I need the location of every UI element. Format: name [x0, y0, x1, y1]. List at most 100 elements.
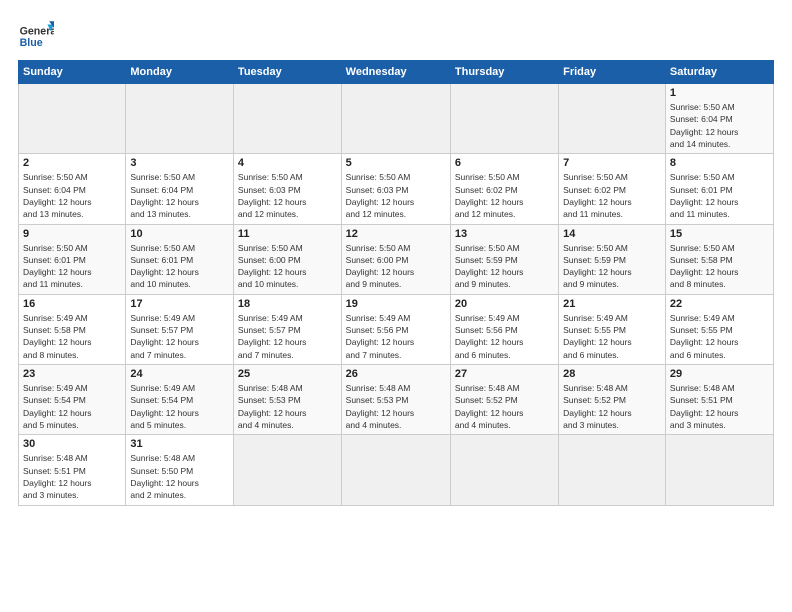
day-number: 22	[670, 298, 769, 310]
calendar-cell: 22 Sunrise: 5:49 AM Sunset: 5:55 PM Dayli…	[665, 294, 773, 364]
calendar-cell: 23 Sunrise: 5:49 AM Sunset: 5:54 PM Dayli…	[19, 365, 126, 435]
header: General Blue	[18, 18, 774, 54]
calendar-cell: 12Sunrise: 5:50 AM Sunset: 6:00 PM Dayli…	[341, 224, 450, 294]
day-info: Sunrise: 5:48 AM Sunset: 5:52 PM Dayligh…	[563, 382, 661, 431]
day-number: 23	[23, 368, 121, 380]
calendar-cell	[233, 84, 341, 154]
weekday-header-monday: Monday	[126, 61, 234, 84]
day-number: 30	[23, 438, 121, 450]
day-info: Sunrise: 5:49 AM Sunset: 5:55 PM Dayligh…	[563, 312, 661, 361]
day-number: 7	[563, 157, 661, 169]
logo-icon: General Blue	[18, 18, 54, 54]
calendar-cell: 5 Sunrise: 5:50 AM Sunset: 6:03 PM Daylig…	[341, 154, 450, 224]
day-number: 27	[455, 368, 554, 380]
calendar-cell	[126, 84, 234, 154]
calendar-cell: 7 Sunrise: 5:50 AM Sunset: 6:02 PM Daylig…	[559, 154, 666, 224]
logo: General Blue	[18, 18, 54, 54]
weekday-header-wednesday: Wednesday	[341, 61, 450, 84]
weekday-header-sunday: Sunday	[19, 61, 126, 84]
calendar-cell: 15 Sunrise: 5:50 AM Sunset: 5:58 PM Dayli…	[665, 224, 773, 294]
day-number: 31	[130, 438, 229, 450]
calendar-cell	[233, 435, 341, 505]
day-info: Sunrise: 5:50 AM Sunset: 6:01 PM Dayligh…	[130, 242, 229, 291]
day-info: Sunrise: 5:50 AM Sunset: 6:01 PM Dayligh…	[670, 171, 769, 220]
day-number: 12	[346, 228, 446, 240]
day-number: 20	[455, 298, 554, 310]
day-number: 4	[238, 157, 337, 169]
calendar-cell: 2Sunrise: 5:50 AM Sunset: 6:04 PM Daylig…	[19, 154, 126, 224]
day-info: Sunrise: 5:48 AM Sunset: 5:51 PM Dayligh…	[23, 452, 121, 501]
calendar-cell: 29Sunrise: 5:48 AM Sunset: 5:51 PM Dayli…	[665, 365, 773, 435]
day-number: 19	[346, 298, 446, 310]
calendar-cell: 24 Sunrise: 5:49 AM Sunset: 5:54 PM Dayli…	[126, 365, 234, 435]
day-number: 29	[670, 368, 769, 380]
day-info: Sunrise: 5:49 AM Sunset: 5:56 PM Dayligh…	[455, 312, 554, 361]
day-number: 15	[670, 228, 769, 240]
calendar-cell: 8 Sunrise: 5:50 AM Sunset: 6:01 PM Daylig…	[665, 154, 773, 224]
day-number: 6	[455, 157, 554, 169]
weekday-header-tuesday: Tuesday	[233, 61, 341, 84]
day-number: 5	[346, 157, 446, 169]
day-info: Sunrise: 5:49 AM Sunset: 5:56 PM Dayligh…	[346, 312, 446, 361]
calendar-week-6: 30 Sunrise: 5:48 AM Sunset: 5:51 PM Dayli…	[19, 435, 774, 505]
calendar-cell: 19 Sunrise: 5:49 AM Sunset: 5:56 PM Dayli…	[341, 294, 450, 364]
calendar-cell: 28Sunrise: 5:48 AM Sunset: 5:52 PM Dayli…	[559, 365, 666, 435]
day-info: Sunrise: 5:50 AM Sunset: 6:04 PM Dayligh…	[670, 101, 769, 150]
calendar-week-5: 23 Sunrise: 5:49 AM Sunset: 5:54 PM Dayli…	[19, 365, 774, 435]
calendar-cell: 27Sunrise: 5:48 AM Sunset: 5:52 PM Dayli…	[450, 365, 558, 435]
weekday-header-friday: Friday	[559, 61, 666, 84]
calendar-cell: 14Sunrise: 5:50 AM Sunset: 5:59 PM Dayli…	[559, 224, 666, 294]
day-number: 18	[238, 298, 337, 310]
calendar-cell	[559, 435, 666, 505]
day-number: 21	[563, 298, 661, 310]
calendar-cell	[450, 435, 558, 505]
calendar-cell: 13Sunrise: 5:50 AM Sunset: 5:59 PM Dayli…	[450, 224, 558, 294]
weekday-header-thursday: Thursday	[450, 61, 558, 84]
weekday-header-row: SundayMondayTuesdayWednesdayThursdayFrid…	[19, 61, 774, 84]
day-info: Sunrise: 5:50 AM Sunset: 5:59 PM Dayligh…	[563, 242, 661, 291]
day-number: 8	[670, 157, 769, 169]
calendar-cell: 30 Sunrise: 5:48 AM Sunset: 5:51 PM Dayli…	[19, 435, 126, 505]
day-number: 2	[23, 157, 121, 169]
day-info: Sunrise: 5:50 AM Sunset: 6:03 PM Dayligh…	[238, 171, 337, 220]
day-info: Sunrise: 5:50 AM Sunset: 6:02 PM Dayligh…	[455, 171, 554, 220]
day-info: Sunrise: 5:49 AM Sunset: 5:55 PM Dayligh…	[670, 312, 769, 361]
day-info: Sunrise: 5:50 AM Sunset: 6:03 PM Dayligh…	[346, 171, 446, 220]
day-number: 16	[23, 298, 121, 310]
weekday-header-saturday: Saturday	[665, 61, 773, 84]
day-info: Sunrise: 5:50 AM Sunset: 6:04 PM Dayligh…	[130, 171, 229, 220]
calendar-cell: 18 Sunrise: 5:49 AM Sunset: 5:57 PM Dayli…	[233, 294, 341, 364]
calendar-cell: 21 Sunrise: 5:49 AM Sunset: 5:55 PM Dayli…	[559, 294, 666, 364]
calendar-week-2: 2 Sunrise: 5:50 AM Sunset: 6:04 PM Daylig…	[19, 154, 774, 224]
calendar-cell	[341, 435, 450, 505]
day-number: 10	[130, 228, 229, 240]
day-info: Sunrise: 5:50 AM Sunset: 5:58 PM Dayligh…	[670, 242, 769, 291]
calendar-table: SundayMondayTuesdayWednesdayThursdayFrid…	[18, 60, 774, 506]
day-info: Sunrise: 5:50 AM Sunset: 6:02 PM Dayligh…	[563, 171, 661, 220]
calendar-cell: 1 Sunrise: 5:50 AM Sunset: 6:04 PM Daylig…	[665, 84, 773, 154]
day-number: 26	[346, 368, 446, 380]
day-number: 24	[130, 368, 229, 380]
day-info: Sunrise: 5:49 AM Sunset: 5:57 PM Dayligh…	[238, 312, 337, 361]
day-number: 3	[130, 157, 229, 169]
calendar-cell: 26 Sunrise: 5:48 AM Sunset: 5:53 PM Dayli…	[341, 365, 450, 435]
calendar-cell: 17Sunrise: 5:49 AM Sunset: 5:57 PM Dayli…	[126, 294, 234, 364]
calendar-cell: 16Sunrise: 5:49 AM Sunset: 5:58 PM Dayli…	[19, 294, 126, 364]
calendar-cell	[450, 84, 558, 154]
day-info: Sunrise: 5:48 AM Sunset: 5:53 PM Dayligh…	[346, 382, 446, 431]
calendar-page: General Blue SundayMondayTuesdayWednesda…	[0, 0, 792, 612]
day-info: Sunrise: 5:50 AM Sunset: 5:59 PM Dayligh…	[455, 242, 554, 291]
day-info: Sunrise: 5:49 AM Sunset: 5:54 PM Dayligh…	[130, 382, 229, 431]
calendar-cell: 9Sunrise: 5:50 AM Sunset: 6:01 PM Daylig…	[19, 224, 126, 294]
day-number: 11	[238, 228, 337, 240]
calendar-week-1: 1 Sunrise: 5:50 AM Sunset: 6:04 PM Daylig…	[19, 84, 774, 154]
day-number: 17	[130, 298, 229, 310]
calendar-header: SundayMondayTuesdayWednesdayThursdayFrid…	[19, 61, 774, 84]
calendar-cell: 31 Sunrise: 5:48 AM Sunset: 5:50 PM Dayli…	[126, 435, 234, 505]
calendar-body: 1 Sunrise: 5:50 AM Sunset: 6:04 PM Daylig…	[19, 84, 774, 506]
day-info: Sunrise: 5:49 AM Sunset: 5:54 PM Dayligh…	[23, 382, 121, 431]
calendar-cell: 25Sunrise: 5:48 AM Sunset: 5:53 PM Dayli…	[233, 365, 341, 435]
svg-text:Blue: Blue	[20, 37, 43, 49]
day-number: 1	[670, 87, 769, 99]
day-info: Sunrise: 5:48 AM Sunset: 5:50 PM Dayligh…	[130, 452, 229, 501]
